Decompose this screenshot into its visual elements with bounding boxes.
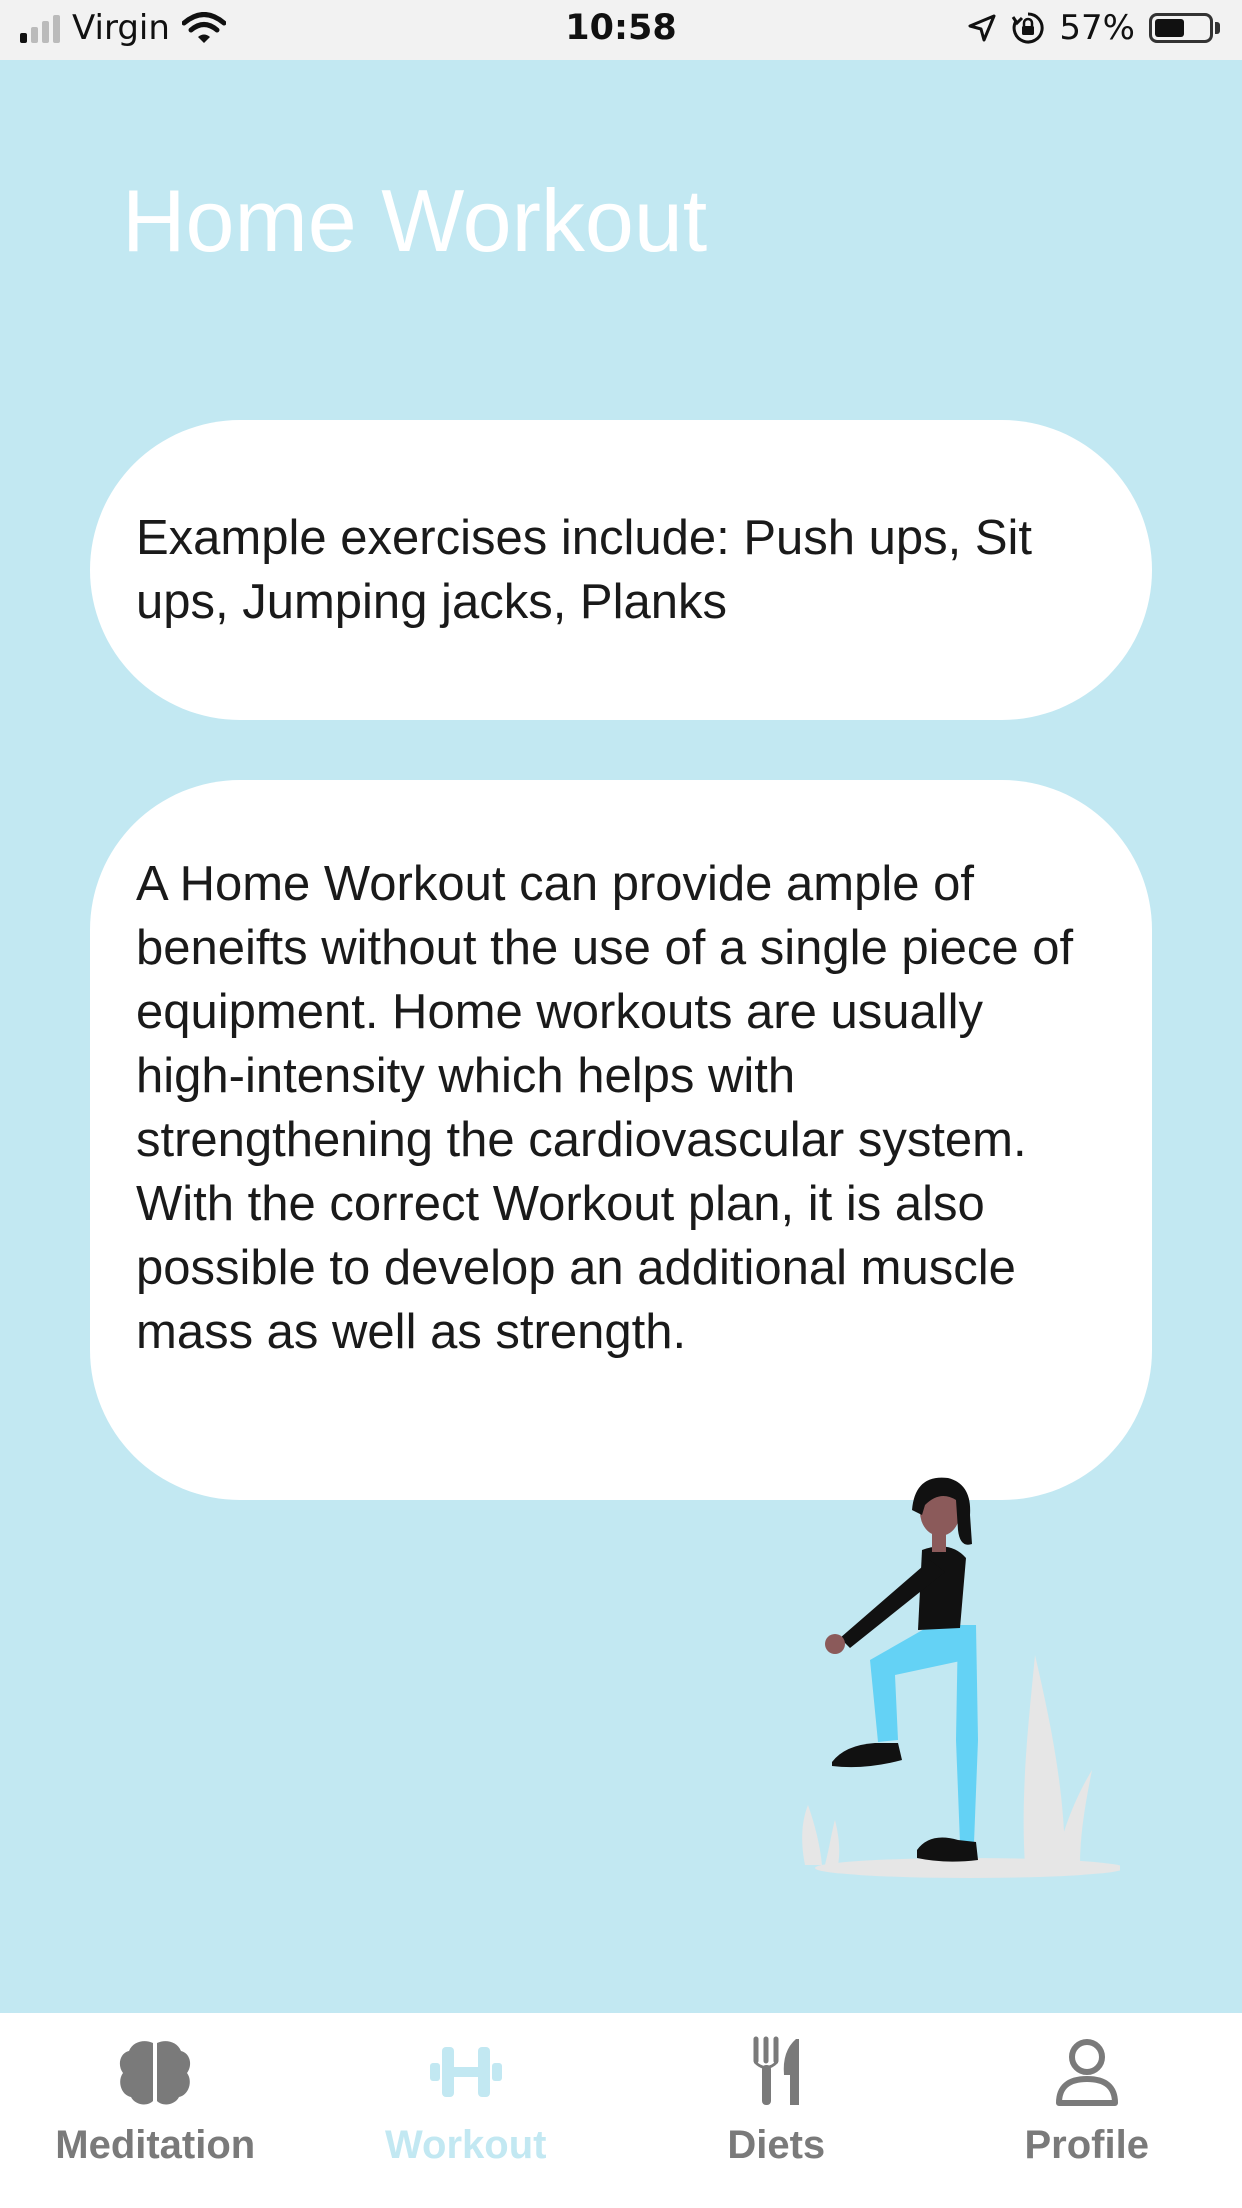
benefits-card: A Home Workout can provide ample of bene…	[90, 780, 1152, 1500]
tab-workout-label: Workout	[385, 2123, 547, 2167]
person-icon	[1055, 2039, 1118, 2106]
status-bar: Virgin 10:58 57%	[0, 0, 1242, 60]
tab-profile[interactable]: Profile	[932, 2013, 1242, 2208]
tab-diets-label: Diets	[727, 2123, 826, 2167]
tab-meditation[interactable]: Meditation	[0, 2013, 311, 2208]
workout-woman-illustration	[802, 1477, 1120, 1878]
tab-meditation-label: Meditation	[55, 2123, 256, 2167]
benefits-card-text: A Home Workout can provide ample of bene…	[136, 857, 1074, 1359]
dumbbell-icon	[429, 2047, 502, 2097]
exercises-card: Example exercises include: Push ups, Sit…	[90, 420, 1152, 720]
rotation-lock-icon	[1012, 12, 1045, 44]
battery-percent: 57%	[1059, 8, 1135, 48]
brain-icon	[120, 2041, 191, 2105]
tab-profile-label: Profile	[1024, 2123, 1149, 2167]
battery-cap	[1215, 22, 1220, 34]
location-arrow-icon	[968, 14, 996, 42]
tab-diets[interactable]: Diets	[621, 2013, 932, 2208]
tab-workout[interactable]: Workout	[311, 2013, 622, 2208]
page-title: Home Workout	[122, 171, 708, 270]
tab-bar: Meditation Workout Diets Profile	[0, 2013, 1242, 2208]
battery-icon	[1149, 13, 1213, 43]
status-right: 57%	[967, 8, 1220, 48]
exercises-card-text: Example exercises include: Push ups, Sit…	[136, 511, 1033, 629]
fork-knife-icon	[753, 2036, 800, 2105]
